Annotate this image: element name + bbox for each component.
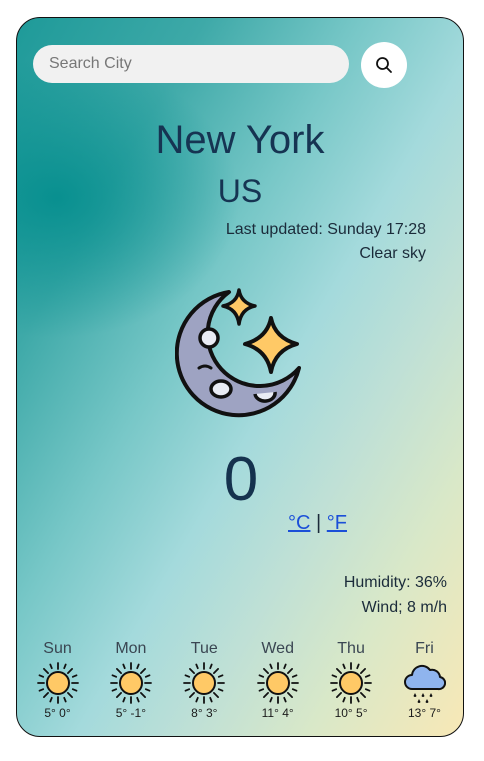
fahrenheit-link[interactable]: °F — [327, 512, 347, 534]
country-code: US — [217, 173, 263, 209]
unit-toggle: °C | °F — [288, 512, 347, 535]
humidity-value: Humidity: 36% — [343, 574, 447, 591]
forecast-day-name: Sun — [43, 640, 72, 657]
forecast-temps: 10° 5° — [334, 706, 368, 720]
forecast-day: Sun 5° 0° — [21, 638, 94, 720]
forecast-day-name: Wed — [261, 640, 294, 657]
crescent-moon-stars-icon — [175, 288, 301, 418]
forecast-day-name: Fri — [415, 640, 434, 657]
current-temperature: 0 — [223, 445, 259, 514]
forecast-row: Sun 5° 0° Mon 5° -1° Tue 8° 3° Wed 11° 4… — [21, 638, 461, 720]
weather-card: New York US Last updated: Sunday 17:28 C… — [16, 17, 464, 737]
last-updated: Last updated: Sunday 17:28 — [225, 221, 426, 238]
forecast-day: Fri 13° 7° — [388, 638, 461, 720]
forecast-day-name: Thu — [337, 640, 365, 657]
sun-icon — [36, 662, 79, 704]
weather-description: Clear sky — [359, 245, 426, 262]
wind-value: Wind; 8 m/h — [361, 599, 447, 616]
forecast-temps: 11° 4° — [261, 706, 294, 720]
forecast-temps: 8° 3° — [191, 706, 218, 720]
search-icon — [376, 57, 392, 73]
search-button[interactable] — [361, 42, 407, 88]
city-name: New York — [155, 118, 325, 162]
sun-icon — [330, 662, 373, 704]
sun-icon — [109, 662, 152, 704]
celsius-link[interactable]: °C — [288, 512, 310, 534]
forecast-day-name: Mon — [115, 640, 147, 657]
forecast-temps: 13° 7° — [407, 706, 441, 720]
rain-cloud-icon — [404, 664, 447, 704]
forecast-temps: 5° 0° — [44, 706, 71, 720]
forecast-day-name: Tue — [190, 640, 218, 657]
sun-icon — [256, 662, 299, 704]
sun-icon — [183, 662, 226, 704]
forecast-day: Thu 10° 5° — [315, 638, 388, 720]
unit-separator: | — [316, 512, 322, 534]
search-input[interactable] — [33, 45, 349, 83]
forecast-day: Mon 5° -1° — [94, 638, 167, 720]
forecast-day: Wed 11° 4° — [241, 638, 314, 720]
forecast-temps: 5° -1° — [115, 706, 147, 720]
forecast-day: Tue 8° 3° — [168, 638, 241, 720]
